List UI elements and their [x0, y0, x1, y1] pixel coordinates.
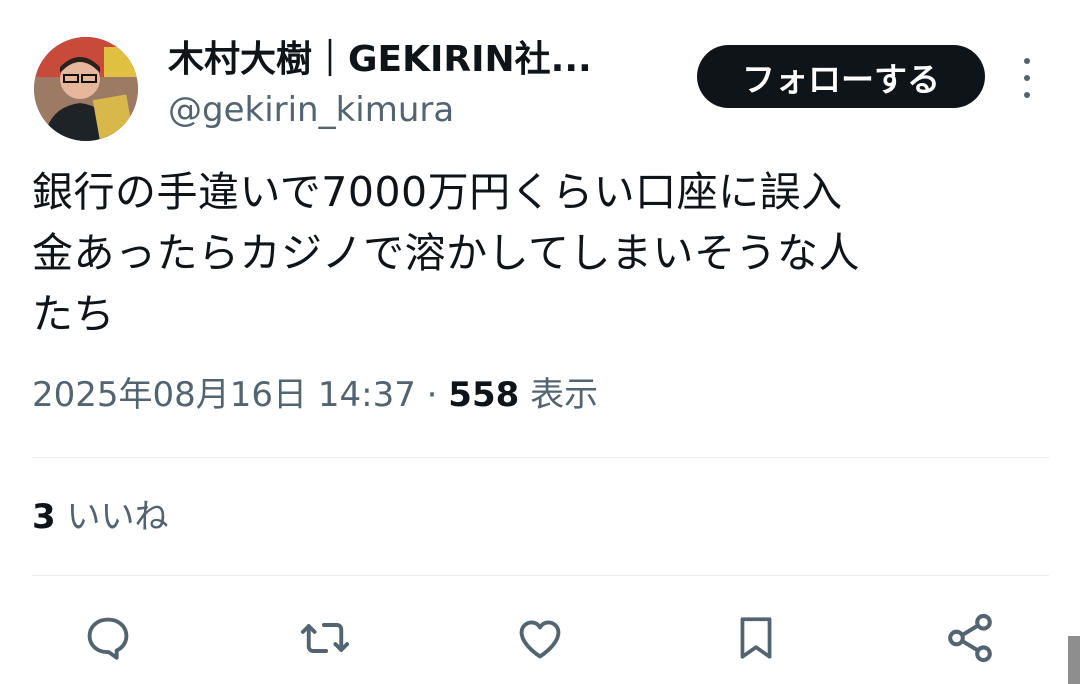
user-handle[interactable]: @gekirin_kimura [168, 90, 454, 131]
heart-icon [519, 620, 561, 659]
views-label: 表示 [519, 375, 599, 415]
dot [1024, 92, 1030, 98]
reply-button[interactable] [78, 608, 138, 668]
likes-count: 3 [32, 497, 56, 537]
divider [32, 457, 1049, 458]
retweet-icon [300, 623, 350, 653]
likes-label: いいね [55, 497, 169, 537]
follow-button[interactable]: フォローする [697, 45, 985, 108]
views-count: 558 [448, 375, 520, 415]
tweet-meta: 2025年08月16日 14:37 · 558 表示 [32, 375, 598, 416]
dot [1024, 58, 1030, 64]
like-button[interactable] [510, 608, 570, 668]
meta-separator: · [415, 375, 449, 415]
reply-icon [87, 617, 129, 660]
dot [1024, 75, 1030, 81]
retweet-button[interactable] [295, 608, 355, 668]
share-button[interactable] [940, 608, 1000, 668]
tweet-text: 銀行の手違いで7000万円くらい口座に誤入 金あったらカジノで溶かしてしまいそう… [32, 168, 860, 338]
likes-summary[interactable]: 3 いいね [32, 497, 168, 538]
timestamp[interactable]: 2025年08月16日 14:37 [32, 375, 416, 415]
bookmark-button[interactable] [726, 608, 786, 668]
share-icon [948, 613, 992, 663]
bookmark-icon [740, 617, 772, 659]
avatar[interactable] [34, 37, 138, 141]
divider [32, 575, 1049, 576]
more-options-icon[interactable] [1015, 58, 1039, 98]
display-name[interactable]: 木村大樹｜GEKIRIN社... [168, 38, 592, 81]
scrollbar[interactable] [1068, 636, 1080, 684]
